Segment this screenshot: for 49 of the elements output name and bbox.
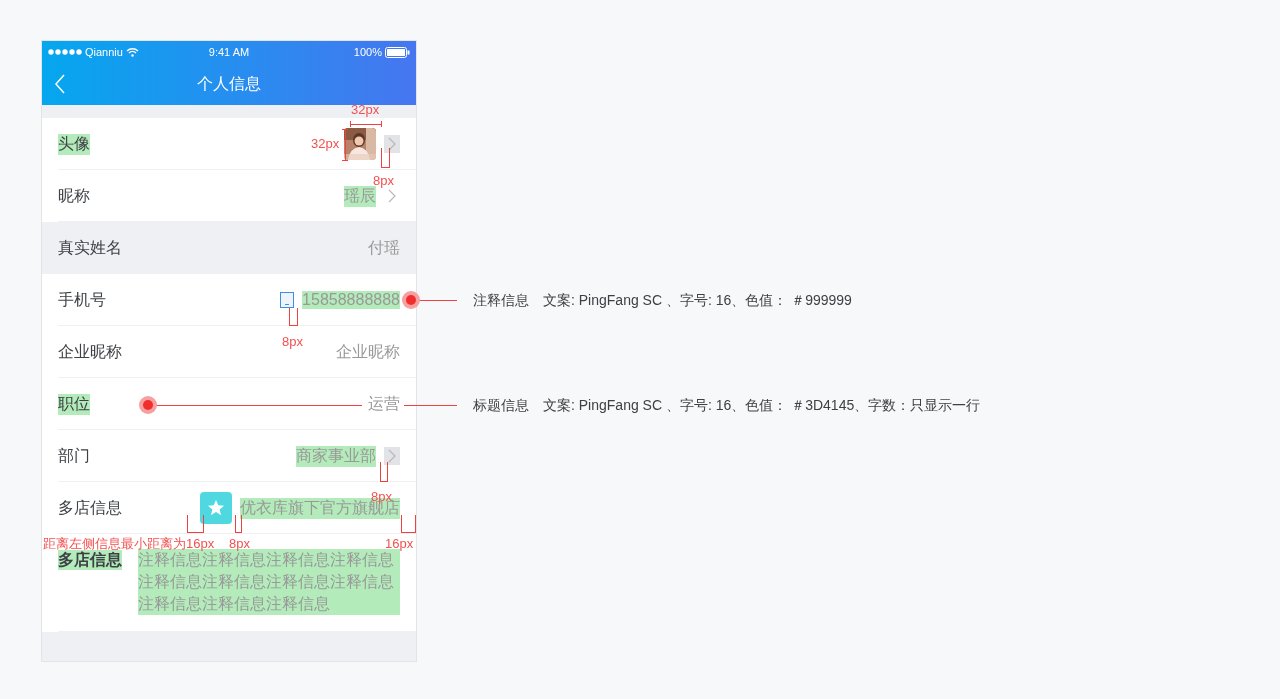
callout-spec: 文案: PingFang SC 、字号: 16、色值： ＃3D4145、字数：只显示一行	[543, 397, 981, 413]
settings-row[interactable]: 职位 运营	[42, 378, 416, 430]
callout-spec: 文案: PingFang SC 、字号: 16、色值： ＃999999	[543, 292, 852, 308]
leader-line	[404, 405, 457, 406]
row-label: 企业昵称	[58, 341, 122, 362]
dimension-label: 8px	[282, 334, 303, 349]
row-label: 头像	[58, 133, 90, 155]
row-value: 商家事业部	[296, 445, 376, 467]
dimension-label: 16px	[385, 536, 414, 551]
callout-dot	[143, 400, 153, 410]
row-value: 瑶辰	[344, 185, 376, 207]
dimension-label: 8px	[229, 536, 250, 551]
phone-icon	[280, 292, 295, 308]
dimension-label: 距离左侧信息最小距离为16px	[43, 536, 215, 551]
dimension-line	[380, 462, 388, 482]
wifi-icon	[125, 47, 139, 57]
carrier-name: Qianniu	[85, 46, 123, 58]
dimension-label: 8px	[373, 173, 394, 188]
dimension-line	[381, 148, 390, 168]
row-value: 付瑶	[368, 237, 400, 258]
status-time: 9:41 AM	[208, 46, 250, 58]
settings-row[interactable]: 手机号 15858888888	[42, 274, 416, 326]
back-icon[interactable]	[54, 74, 66, 94]
dimension-line	[187, 515, 204, 533]
settings-row[interactable]: 部门 商家事业部	[42, 430, 416, 482]
dimension-label: 32px	[311, 136, 340, 151]
row-label: 多店信息	[58, 550, 122, 570]
callout-title: 注释信息	[473, 292, 529, 308]
row-label: 昵称	[58, 185, 90, 206]
row-value: 企业昵称	[336, 341, 400, 362]
note-text: 注释信息注释信息注释信息注释信息注释信息注释信息注释信息注释信息注释信息注释信息注释信息	[138, 549, 400, 615]
callout-title: 标题信息	[473, 397, 529, 413]
row-label: 部门	[58, 445, 90, 466]
dimension-line	[235, 515, 242, 533]
row-label: 手机号	[58, 289, 106, 310]
star-icon	[207, 499, 225, 517]
row-value: 运营	[368, 393, 400, 414]
dimension-line	[289, 308, 298, 326]
row-label: 多店信息	[58, 497, 122, 518]
dimension-label: 32px	[351, 102, 380, 117]
page-title: 个人信息	[197, 73, 261, 94]
callout-dot	[406, 295, 416, 305]
battery-icon	[385, 46, 410, 58]
row-label: 真实姓名	[58, 237, 122, 258]
row-value: 15858888888	[302, 291, 400, 309]
battery-percent: 100%	[353, 46, 382, 58]
dimension-line	[401, 515, 416, 533]
row-label: 职位	[58, 393, 90, 415]
signal-icon	[48, 49, 82, 55]
